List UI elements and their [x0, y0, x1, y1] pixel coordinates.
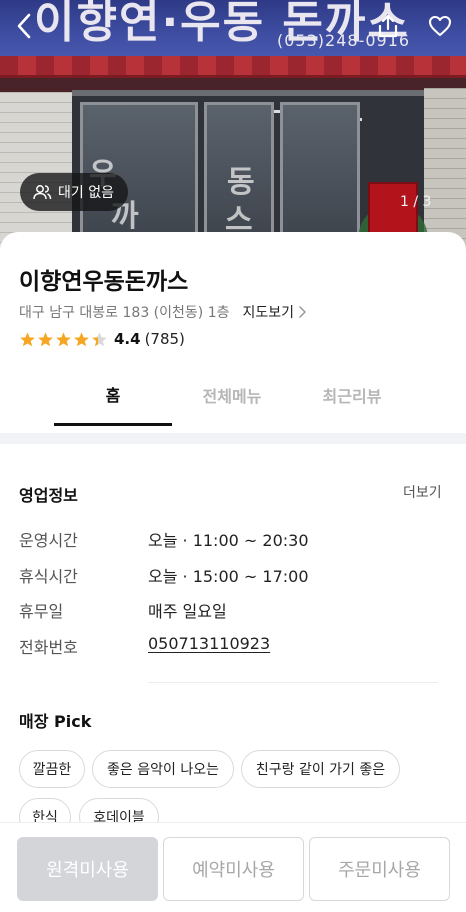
info-label: 휴무일: [19, 602, 64, 621]
photo-counter: 1 / 3: [400, 194, 432, 210]
order-button[interactable]: 주문미사용: [309, 837, 450, 901]
store-pick-title: 매장 Pick: [19, 712, 92, 731]
address-row: 대구 남구 대봉로 183 (이천동) 1층 지도보기: [19, 302, 306, 322]
back-button[interactable]: [8, 10, 40, 42]
divider: [148, 682, 438, 683]
tag-chip[interactable]: 친구랑 같이 가기 좋은: [241, 750, 400, 788]
map-link[interactable]: 지도보기: [242, 302, 306, 322]
star-icon: [74, 331, 89, 346]
info-label: 운영시간: [19, 531, 78, 550]
favorite-button[interactable]: [424, 10, 456, 42]
heart-icon: [428, 15, 452, 37]
share-button[interactable]: [372, 10, 404, 42]
info-row-phone: 전화번호 050713110923: [19, 634, 270, 658]
people-icon: [33, 185, 52, 200]
chevron-left-icon: [17, 13, 31, 39]
info-label: 휴식시간: [19, 567, 78, 586]
store-photo[interactable]: 이향연·우동 돈까스 (053)248-0916 우 까 동 스 대기 없음 1…: [0, 0, 466, 255]
business-info-title: 영업정보: [19, 486, 78, 505]
tag-chip[interactable]: 깔끔한: [19, 750, 85, 788]
tag-chip[interactable]: 좋은 음악이 나오는: [92, 750, 234, 788]
store-name: 이향연우동돈까스: [19, 269, 189, 295]
info-row-closed-day: 휴무일 매주 일요일: [19, 598, 227, 622]
tab-home[interactable]: 홈: [54, 364, 172, 426]
info-label: 전화번호: [19, 638, 78, 657]
review-count: (785): [144, 330, 185, 348]
tab-recent-reviews[interactable]: 최근리뷰: [292, 364, 412, 426]
awning: [0, 56, 466, 78]
star-rating: [19, 331, 108, 348]
info-value: 매주 일요일: [148, 602, 227, 621]
map-link-label: 지도보기: [242, 305, 295, 321]
business-info-more-link[interactable]: 더보기: [403, 482, 442, 502]
wait-status-label: 대기 없음: [58, 185, 114, 201]
store-address: 대구 남구 대봉로 183 (이천동) 1층: [19, 305, 230, 321]
phone-number-link[interactable]: 050713110923: [148, 634, 270, 658]
tab-bar: 홈 전체메뉴 최근리뷰: [0, 364, 466, 426]
info-value: 오늘 · 15:00 ~ 17:00: [148, 567, 309, 586]
star-icon: [56, 331, 71, 346]
info-row-hours: 운영시간 오늘 · 11:00 ~ 20:30: [19, 527, 309, 551]
star-icon: [20, 331, 35, 346]
share-icon: [378, 14, 398, 38]
storefront-window: 우 까 동 스: [72, 90, 428, 255]
section-divider: [0, 433, 466, 444]
info-row-break: 휴식시간 오늘 · 15:00 ~ 17:00: [19, 563, 309, 587]
reservation-button[interactable]: 예약미사용: [163, 837, 304, 901]
rating-row[interactable]: 4.4 (785): [19, 330, 185, 348]
wait-status-badge: 대기 없음: [20, 173, 128, 211]
tab-full-menu[interactable]: 전체메뉴: [172, 364, 292, 426]
star-icon: [92, 331, 107, 346]
info-value: 오늘 · 11:00 ~ 20:30: [148, 531, 309, 550]
brick-wall-right: [424, 88, 466, 255]
star-icon: [38, 331, 53, 346]
chevron-right-icon: [299, 306, 306, 318]
rating-score: 4.4: [114, 330, 141, 348]
remote-button[interactable]: 원격미사용: [17, 837, 158, 901]
